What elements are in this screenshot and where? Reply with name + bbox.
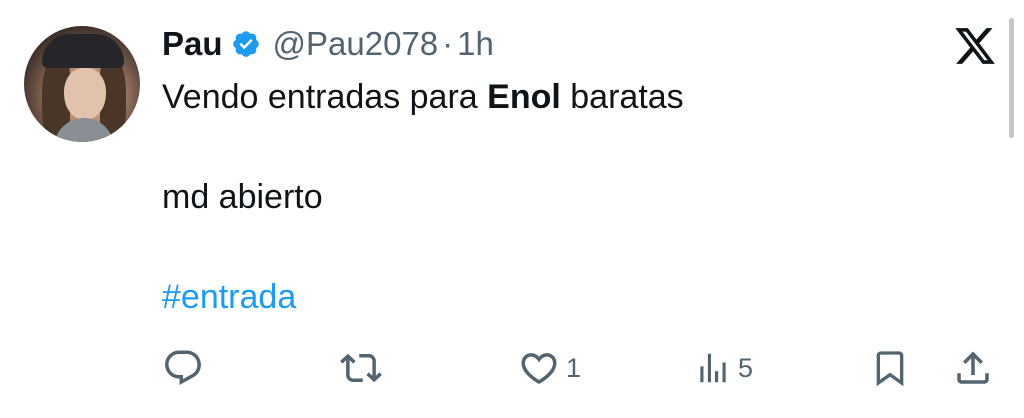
tweet-actions: 1 5 (0, 348, 1024, 388)
share-button[interactable] (952, 348, 994, 388)
like-count: 1 (566, 352, 582, 383)
scrollbar[interactable] (1009, 18, 1014, 138)
x-logo-icon (952, 24, 998, 68)
reply-button[interactable] (162, 348, 204, 388)
tweet-text-line-2: md abierto (162, 178, 323, 216)
tweet-time[interactable]: 1h (457, 25, 494, 63)
author-name[interactable]: Pau (162, 25, 223, 63)
reply-icon (162, 347, 204, 389)
bookmark-button[interactable] (870, 348, 910, 388)
tweet-text-line-1: Vendo entradas para Enol baratas (162, 78, 684, 116)
share-icon (952, 347, 994, 389)
heart-icon (518, 347, 560, 389)
views-count: 5 (738, 352, 754, 383)
bookmark-icon (870, 347, 910, 389)
hashtag-link[interactable]: #entrada (162, 278, 296, 317)
like-button[interactable]: 1 (518, 348, 581, 388)
separator-dot: · (442, 25, 454, 62)
tweet-header: Pau @Pau2078 · 1h (162, 22, 494, 66)
views-button[interactable]: 5 (694, 348, 753, 388)
retweet-button[interactable] (340, 348, 382, 388)
verified-badge-icon (231, 29, 261, 59)
bold-keyword: Enol (487, 78, 561, 116)
views-icon (694, 347, 732, 389)
author-handle[interactable]: @Pau2078 (273, 25, 439, 63)
retweet-icon (340, 347, 382, 389)
avatar[interactable] (24, 26, 140, 142)
